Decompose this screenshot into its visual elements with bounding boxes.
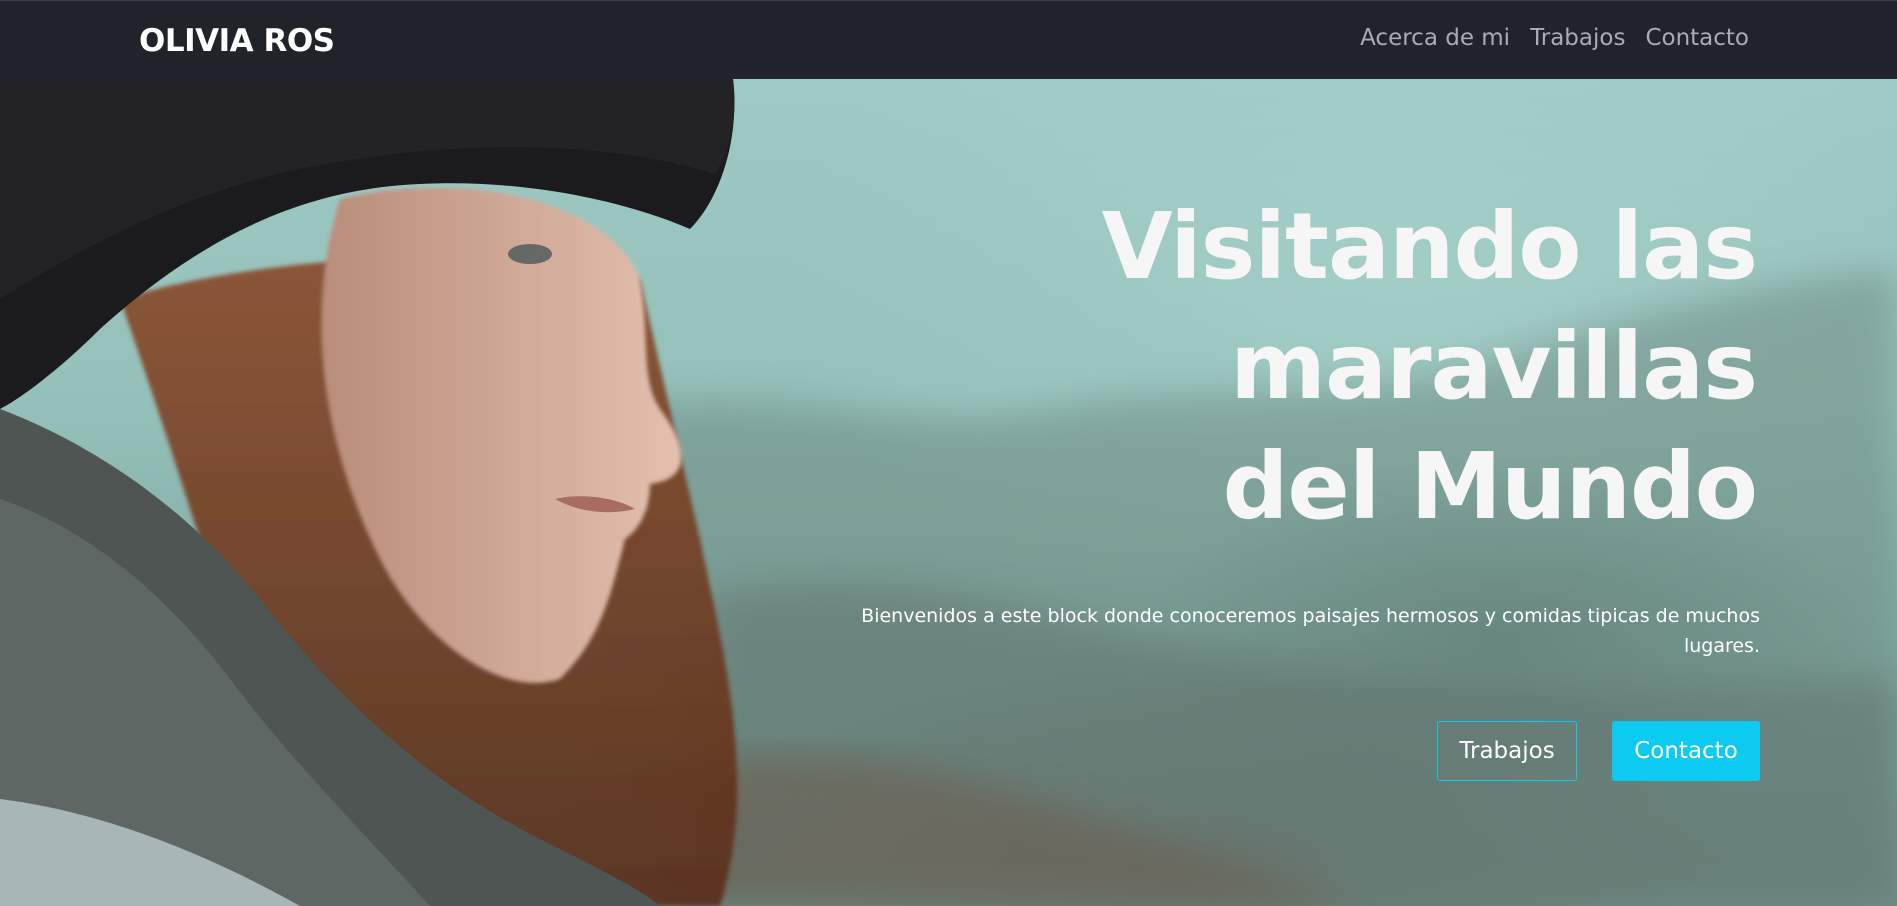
navbar: OLIVIA ROS Acerca de mi Trabajos Contact… xyxy=(0,0,1897,79)
nav-link-contacto[interactable]: Contacto xyxy=(1645,25,1749,51)
hero-subtitle: Bienvenidos a este block donde conocerem… xyxy=(861,605,1760,657)
hero-title-line: Visitando las xyxy=(1101,193,1758,300)
nav-link-trabajos[interactable]: Trabajos xyxy=(1530,25,1625,51)
brand-logo[interactable]: OLIVIA ROS xyxy=(139,23,335,59)
hero-title-line: maravillas xyxy=(1230,313,1758,420)
hero-section: Visitando las maravillas del Mundo Bienv… xyxy=(0,79,1897,906)
trabajos-button[interactable]: Trabajos xyxy=(1437,721,1577,781)
nav-link-acerca[interactable]: Acerca de mi xyxy=(1360,25,1510,51)
hero-title-line: del Mundo xyxy=(1222,433,1758,540)
nav-links: Acerca de mi Trabajos Contacto xyxy=(1360,25,1749,51)
contacto-button[interactable]: Contacto xyxy=(1612,721,1760,781)
hero-title: Visitando las maravillas del Mundo xyxy=(857,187,1758,547)
